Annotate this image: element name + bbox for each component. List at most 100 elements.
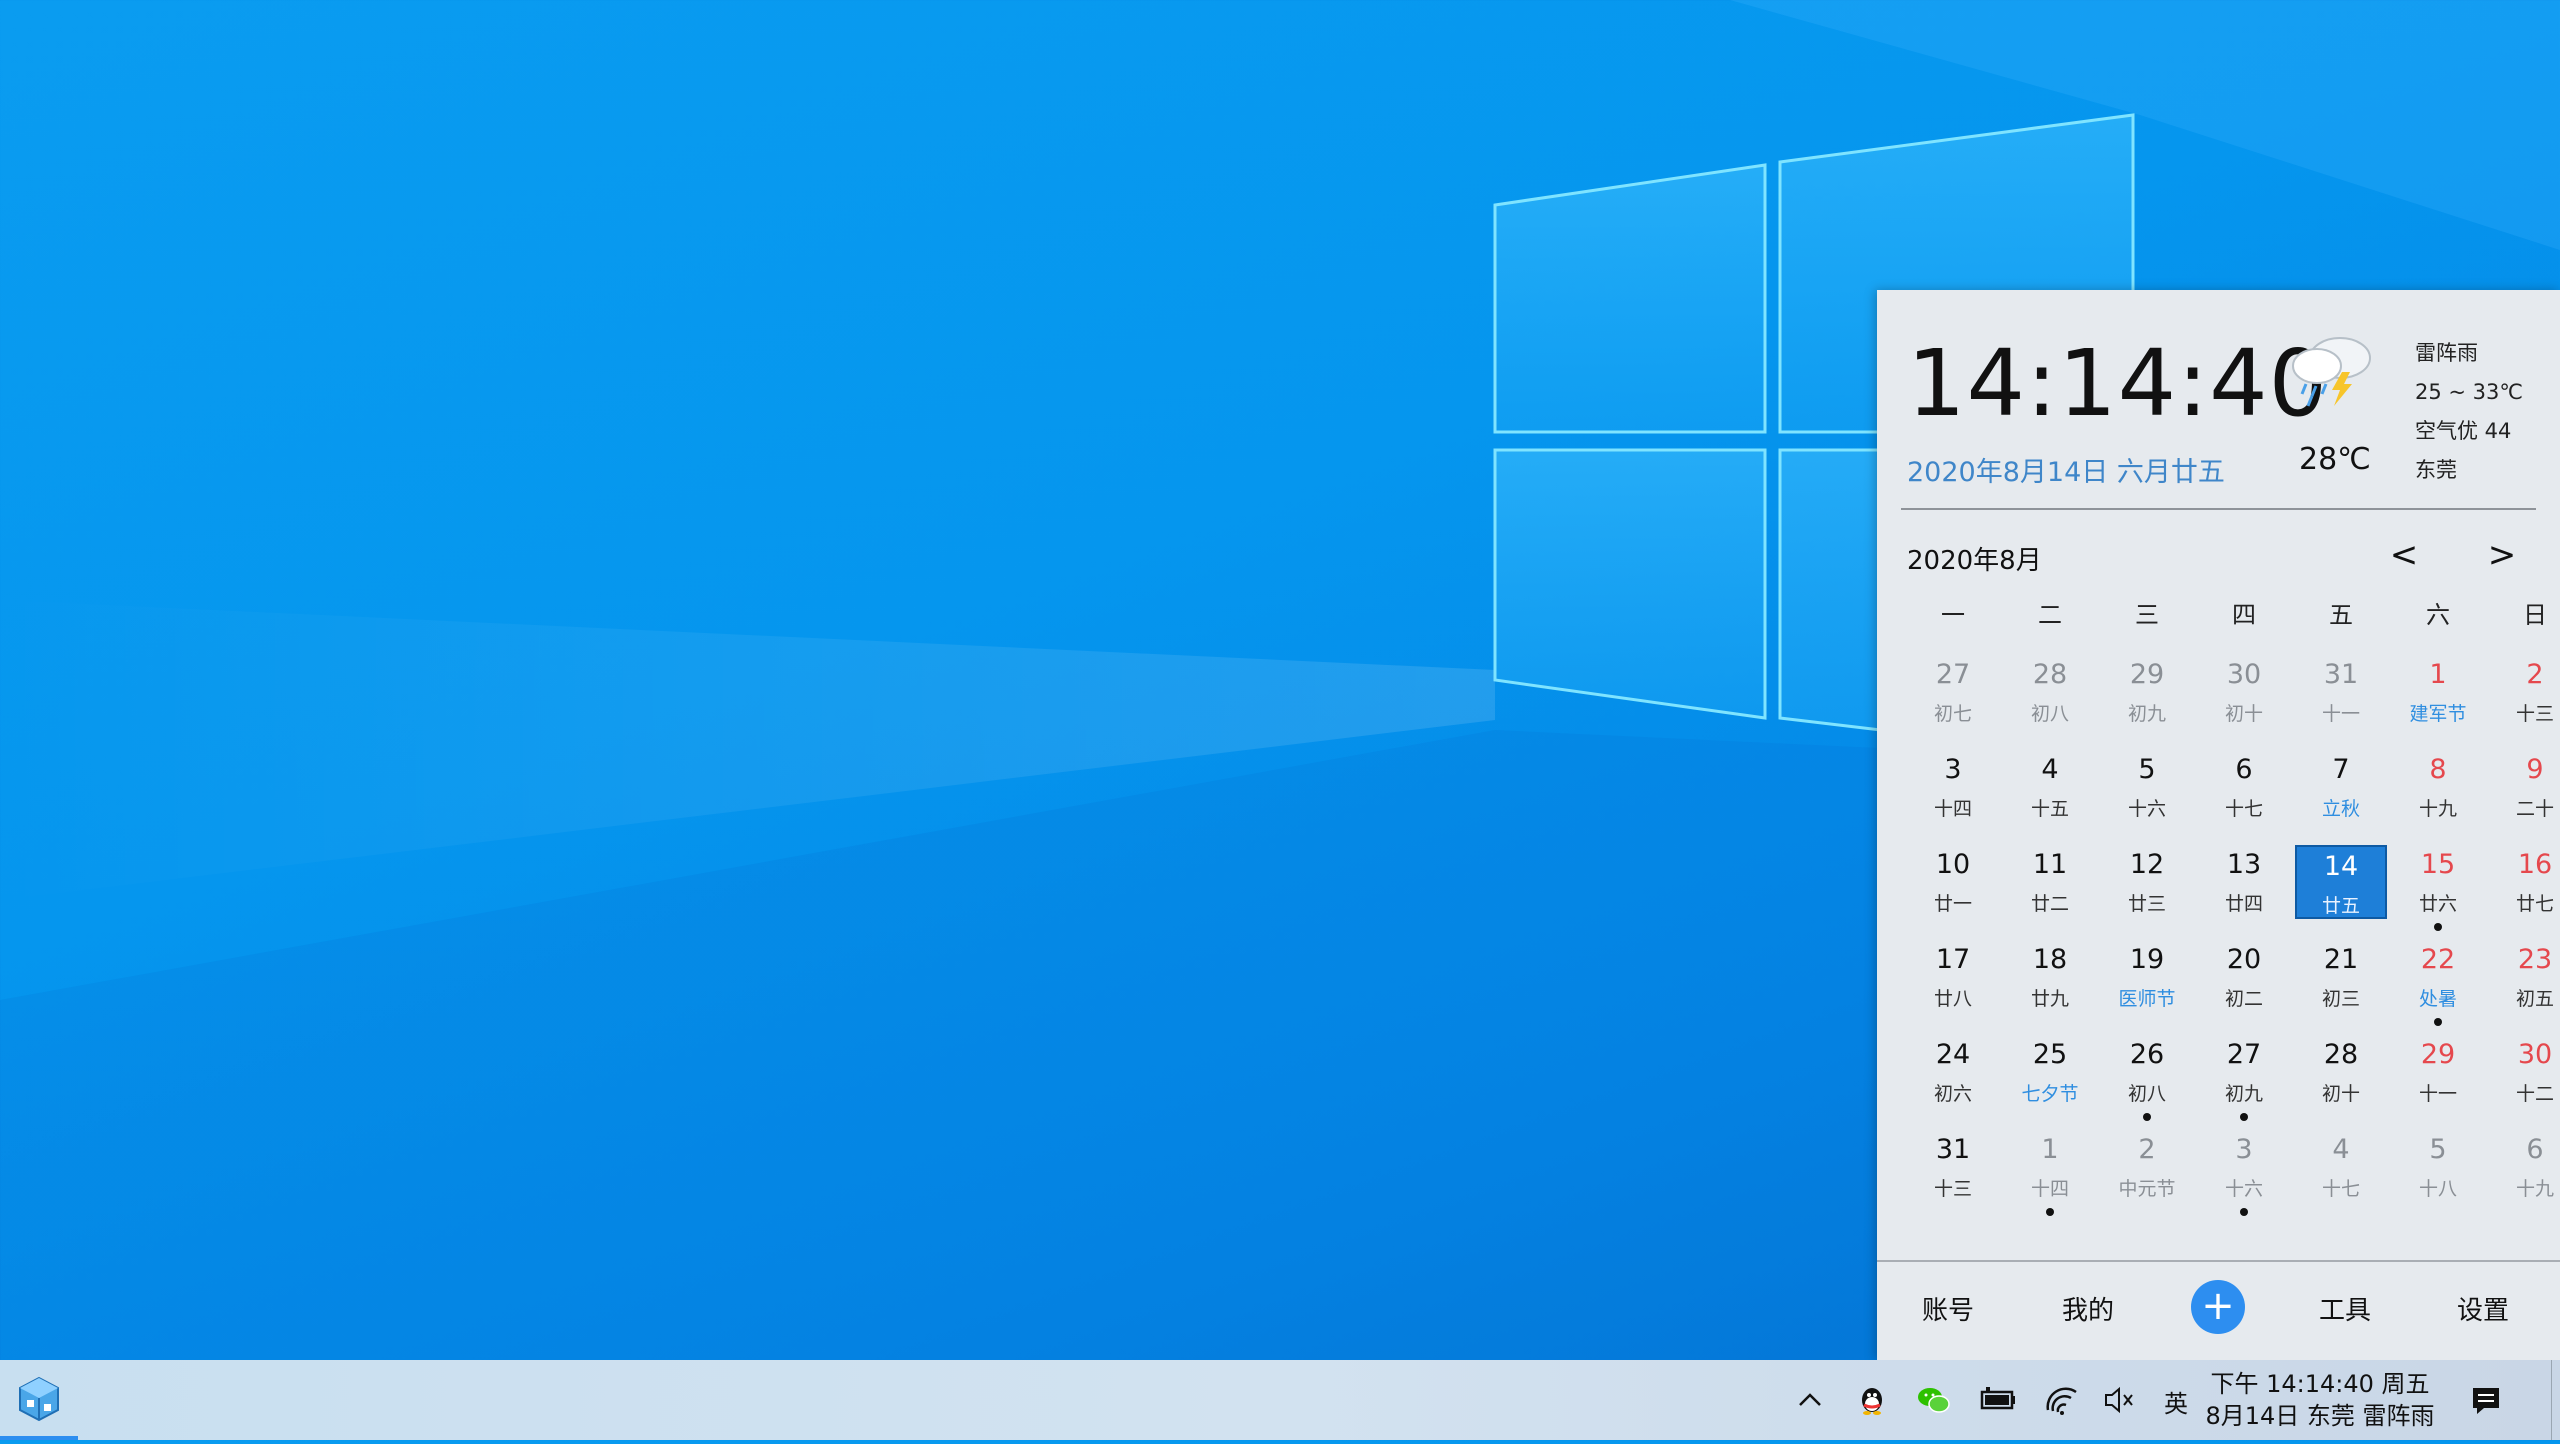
day-number: 6 [2526,1134,2544,1165]
calendar-day[interactable]: 21 初三 [2295,940,2387,1014]
calendar-day[interactable]: 29 十一 [2392,1035,2484,1109]
day-number: 24 [1935,1039,1971,1070]
calendar-day[interactable]: 1 十四 [2004,1130,2096,1216]
calendar-day[interactable]: 16 廿七 [2489,845,2560,919]
calendar-day[interactable]: 4 十五 [2004,750,2096,824]
add-button[interactable]: + [2191,1280,2245,1334]
calendar-day[interactable]: 2 中元节 [2101,1130,2193,1204]
wifi-icon[interactable] [2040,1378,2084,1422]
day-number: 19 [2129,944,2165,975]
show-desktop-button[interactable] [2551,1360,2560,1440]
qq-penguin-icon[interactable] [1850,1378,1894,1422]
calendar-day[interactable]: 4 十七 [2295,1130,2387,1204]
battery-icon[interactable] [1976,1378,2020,1422]
day-number: 5 [2138,754,2156,785]
calendar-day[interactable]: 19 医师节 [2101,940,2193,1014]
day-number: 8 [2429,754,2447,785]
day-number: 30 [2226,659,2262,690]
lunar-date: 初十 [2321,1083,2360,1105]
calendar-day[interactable]: 29 初九 [2101,655,2193,729]
calendar-day[interactable]: 6 十九 [2489,1130,2560,1204]
day-number: 29 [2420,1039,2456,1070]
calendar-day[interactable]: 24 初六 [1907,1035,1999,1109]
calendar-day[interactable]: 12 廿三 [2101,845,2193,919]
calendar-day-selected[interactable]: 14 廿五 [2295,845,2387,919]
festival-label: 建军节 [2409,703,2467,725]
taskbar: 英 下午 14:14:40 周五 8月14日 东莞 雷阵雨 [0,1360,2560,1440]
lunar-date: 十八 [2418,1178,2457,1200]
calendar-day[interactable]: 31 十一 [2295,655,2387,729]
footer-divider [1877,1260,2560,1262]
wechat-icon[interactable] [1912,1378,1956,1422]
lunar-date: 廿八 [1933,988,1972,1010]
day-number: 29 [2129,659,2165,690]
lunar-date: 初三 [2321,988,2360,1010]
calendar-flyout: 14:14:40 2020年8月14日 六月廿五 28℃ 雷阵雨 25 ~ 33… [1877,290,2560,1360]
ime-indicator[interactable]: 英 [2164,1384,2188,1419]
taskbar-app-button[interactable] [0,1360,78,1440]
calendar-day[interactable]: 22 处暑 [2392,940,2484,1026]
day-number: 1 [2429,659,2447,690]
day-number: 15 [2420,849,2456,880]
calendar-day[interactable]: 13 廿四 [2198,845,2290,919]
calendar-day[interactable]: 28 初十 [2295,1035,2387,1109]
calendar-day[interactable]: 3 十六 [2198,1130,2290,1216]
lunar-date: 十九 [2418,798,2457,820]
day-number: 10 [1935,849,1971,880]
lunar-date: 中元节 [2118,1178,2176,1200]
calendar-day[interactable]: 7 立秋 [2295,750,2387,824]
mine-button[interactable]: 我的 [2062,1290,2114,1327]
day-number: 4 [2041,754,2059,785]
tools-button[interactable]: 工具 [2319,1290,2371,1327]
day-number: 4 [2332,1134,2350,1165]
calendar-day[interactable]: 17 廿八 [1907,940,1999,1014]
day-number: 3 [1944,754,1962,785]
calendar-day[interactable]: 9 二十 [2489,750,2560,824]
calendar-day[interactable]: 20 初二 [2198,940,2290,1014]
calendar-day[interactable]: 1 建军节 [2392,655,2484,729]
calendar-day[interactable]: 28 初八 [2004,655,2096,729]
active-indicator [0,1436,78,1440]
calendar-day[interactable]: 18 廿九 [2004,940,2096,1014]
notification-icon[interactable] [2464,1378,2508,1422]
day-number: 3 [2235,1134,2253,1165]
lunar-date: 初五 [2515,988,2554,1010]
day-number: 7 [2332,754,2350,785]
calendar-day[interactable]: 30 十二 [2489,1035,2560,1109]
calendar-day[interactable]: 30 初十 [2198,655,2290,729]
calendar-day[interactable]: 15 廿六 [2392,845,2484,931]
calendar-day[interactable]: 5 十六 [2101,750,2193,824]
calendar-day[interactable]: 6 十七 [2198,750,2290,824]
taskbar-clock[interactable]: 下午 14:14:40 周五 8月14日 东莞 雷阵雨 [2205,1368,2435,1432]
day-number: 1 [2041,1134,2059,1165]
lunar-date: 初二 [2224,988,2263,1010]
volume-muted-icon[interactable] [2098,1378,2142,1422]
calendar-day[interactable]: 23 初五 [2489,940,2560,1014]
day-number: 27 [1935,659,1971,690]
calendar-day[interactable]: 8 十九 [2392,750,2484,824]
calendar-day[interactable]: 31 十三 [1907,1130,1999,1204]
account-button[interactable]: 账号 [1922,1290,1974,1327]
lunar-date: 十九 [2515,1178,2554,1200]
calendar-day[interactable]: 2 十三 [2489,655,2560,729]
calendar-day[interactable]: 27 初七 [1907,655,1999,729]
calendar-day[interactable]: 25 七夕节 [2004,1035,2096,1109]
chevron-up-icon[interactable] [1788,1378,1832,1422]
day-number: 18 [2032,944,2068,975]
settings-button[interactable]: 设置 [2457,1290,2509,1327]
day-number: 31 [1935,1134,1971,1165]
day-number: 5 [2429,1134,2447,1165]
lunar-date: 十七 [2321,1178,2360,1200]
event-dot [2046,1208,2054,1216]
taskbar-clock-date: 8月14日 东莞 雷阵雨 [2205,1402,2435,1430]
lunar-date: 十一 [2321,703,2360,725]
lunar-date: 廿五 [2321,895,2360,917]
calendar-day[interactable]: 27 初九 [2198,1035,2290,1121]
calendar-day[interactable]: 26 初八 [2101,1035,2193,1121]
day-number: 20 [2226,944,2262,975]
calendar-day[interactable]: 10 廿一 [1907,845,1999,919]
calendar-day[interactable]: 5 十八 [2392,1130,2484,1204]
calendar-day[interactable]: 3 十四 [1907,750,1999,824]
calendar-day[interactable]: 11 廿二 [2004,845,2096,919]
festival-label: 处暑 [2418,988,2457,1010]
